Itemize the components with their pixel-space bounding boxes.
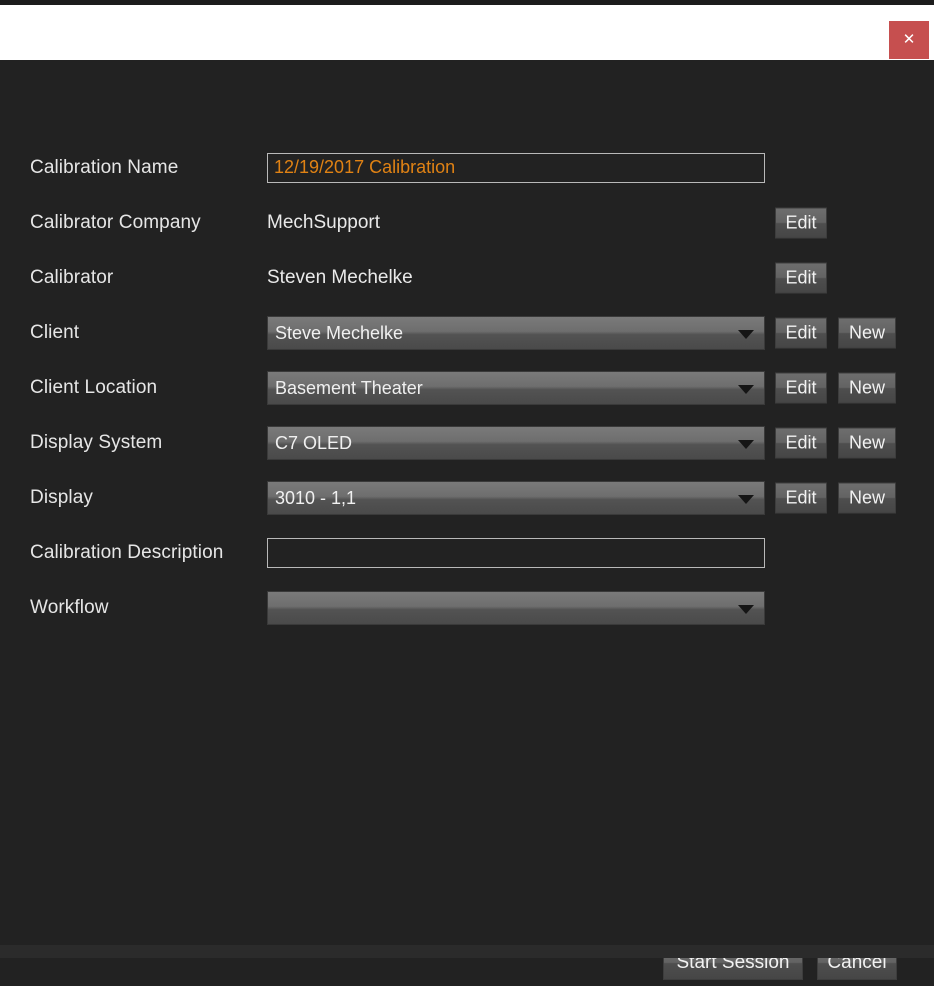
dropdown-select[interactable]: 3010 - 1,1 bbox=[267, 480, 765, 515]
field-label: Client bbox=[30, 321, 80, 343]
calibration-form: Calibration Name Calibrator Company MechSu… bbox=[0, 140, 934, 635]
text-input[interactable] bbox=[267, 537, 765, 568]
dropdown-value: Steve Mechelke bbox=[275, 322, 404, 343]
form-row: Calibrator Steven Mechelke Edit bbox=[0, 250, 934, 305]
dropdown-value: Basement Theater bbox=[275, 377, 423, 398]
form-row: Workflow bbox=[0, 580, 934, 635]
field-label: Calibrator bbox=[30, 266, 114, 288]
field-control: Basement Theater bbox=[267, 370, 765, 405]
form-row: Calibration Name bbox=[0, 140, 934, 195]
chevron-down-icon bbox=[738, 494, 754, 504]
dropdown-value: 3010 - 1,1 bbox=[275, 487, 357, 508]
static-value: MechSupport bbox=[267, 211, 381, 233]
new-button[interactable]: New bbox=[838, 482, 896, 513]
field-label: Display System bbox=[30, 431, 163, 453]
window-bottom-edge bbox=[0, 945, 934, 958]
dropdown-select[interactable]: Steve Mechelke bbox=[267, 315, 765, 350]
chevron-down-icon bbox=[738, 439, 754, 449]
field-control: 3010 - 1,1 bbox=[267, 480, 765, 515]
chevron-down-icon bbox=[738, 329, 754, 339]
dialog-body: Calibration Name Calibrator Company MechSu… bbox=[0, 60, 934, 980]
chevron-down-icon bbox=[738, 604, 754, 614]
calibration-session-dialog: ✕ Calibration Name Calibrator Company Mech… bbox=[0, 0, 934, 980]
field-label: Calibration Name bbox=[30, 156, 179, 178]
edit-button[interactable]: Edit bbox=[775, 317, 827, 348]
edit-button[interactable]: Edit bbox=[775, 262, 827, 293]
new-button[interactable]: New bbox=[838, 372, 896, 403]
edit-button[interactable]: Edit bbox=[775, 372, 827, 403]
field-label: Display bbox=[30, 486, 93, 508]
new-button[interactable]: New bbox=[838, 317, 896, 348]
form-row: Display 3010 - 1,1 Edit New bbox=[0, 470, 934, 525]
form-row: Calibrator Company MechSupport Edit bbox=[0, 195, 934, 250]
form-row: Client Location Basement Theater Edit New bbox=[0, 360, 934, 415]
dropdown-value: C7 OLED bbox=[275, 432, 353, 453]
text-input[interactable] bbox=[267, 152, 765, 183]
field-control: MechSupport bbox=[267, 208, 380, 238]
field-label: Calibration Description bbox=[30, 541, 224, 563]
form-row: Client Steve Mechelke Edit New bbox=[0, 305, 934, 360]
field-control bbox=[267, 590, 765, 625]
edit-button[interactable]: Edit bbox=[775, 482, 827, 513]
field-control bbox=[267, 537, 765, 568]
edit-button[interactable]: Edit bbox=[775, 427, 827, 458]
dropdown-select[interactable] bbox=[267, 590, 765, 625]
field-label: Client Location bbox=[30, 376, 158, 398]
chevron-down-icon bbox=[738, 384, 754, 394]
edit-button[interactable]: Edit bbox=[775, 207, 827, 238]
form-row: Display System C7 OLED Edit New bbox=[0, 415, 934, 470]
dropdown-select[interactable]: C7 OLED bbox=[267, 425, 765, 460]
form-row: Calibration Description bbox=[0, 525, 934, 580]
field-control: C7 OLED bbox=[267, 425, 765, 460]
field-control: Steven Mechelke bbox=[267, 263, 413, 293]
field-label: Calibrator Company bbox=[30, 211, 201, 233]
close-icon[interactable]: ✕ bbox=[889, 21, 929, 59]
dropdown-select[interactable]: Basement Theater bbox=[267, 370, 765, 405]
field-label: Workflow bbox=[30, 596, 109, 618]
field-control bbox=[267, 152, 765, 183]
field-control: Steve Mechelke bbox=[267, 315, 765, 350]
title-bar: ✕ bbox=[0, 5, 934, 60]
static-value: Steven Mechelke bbox=[267, 266, 413, 288]
new-button[interactable]: New bbox=[838, 427, 896, 458]
